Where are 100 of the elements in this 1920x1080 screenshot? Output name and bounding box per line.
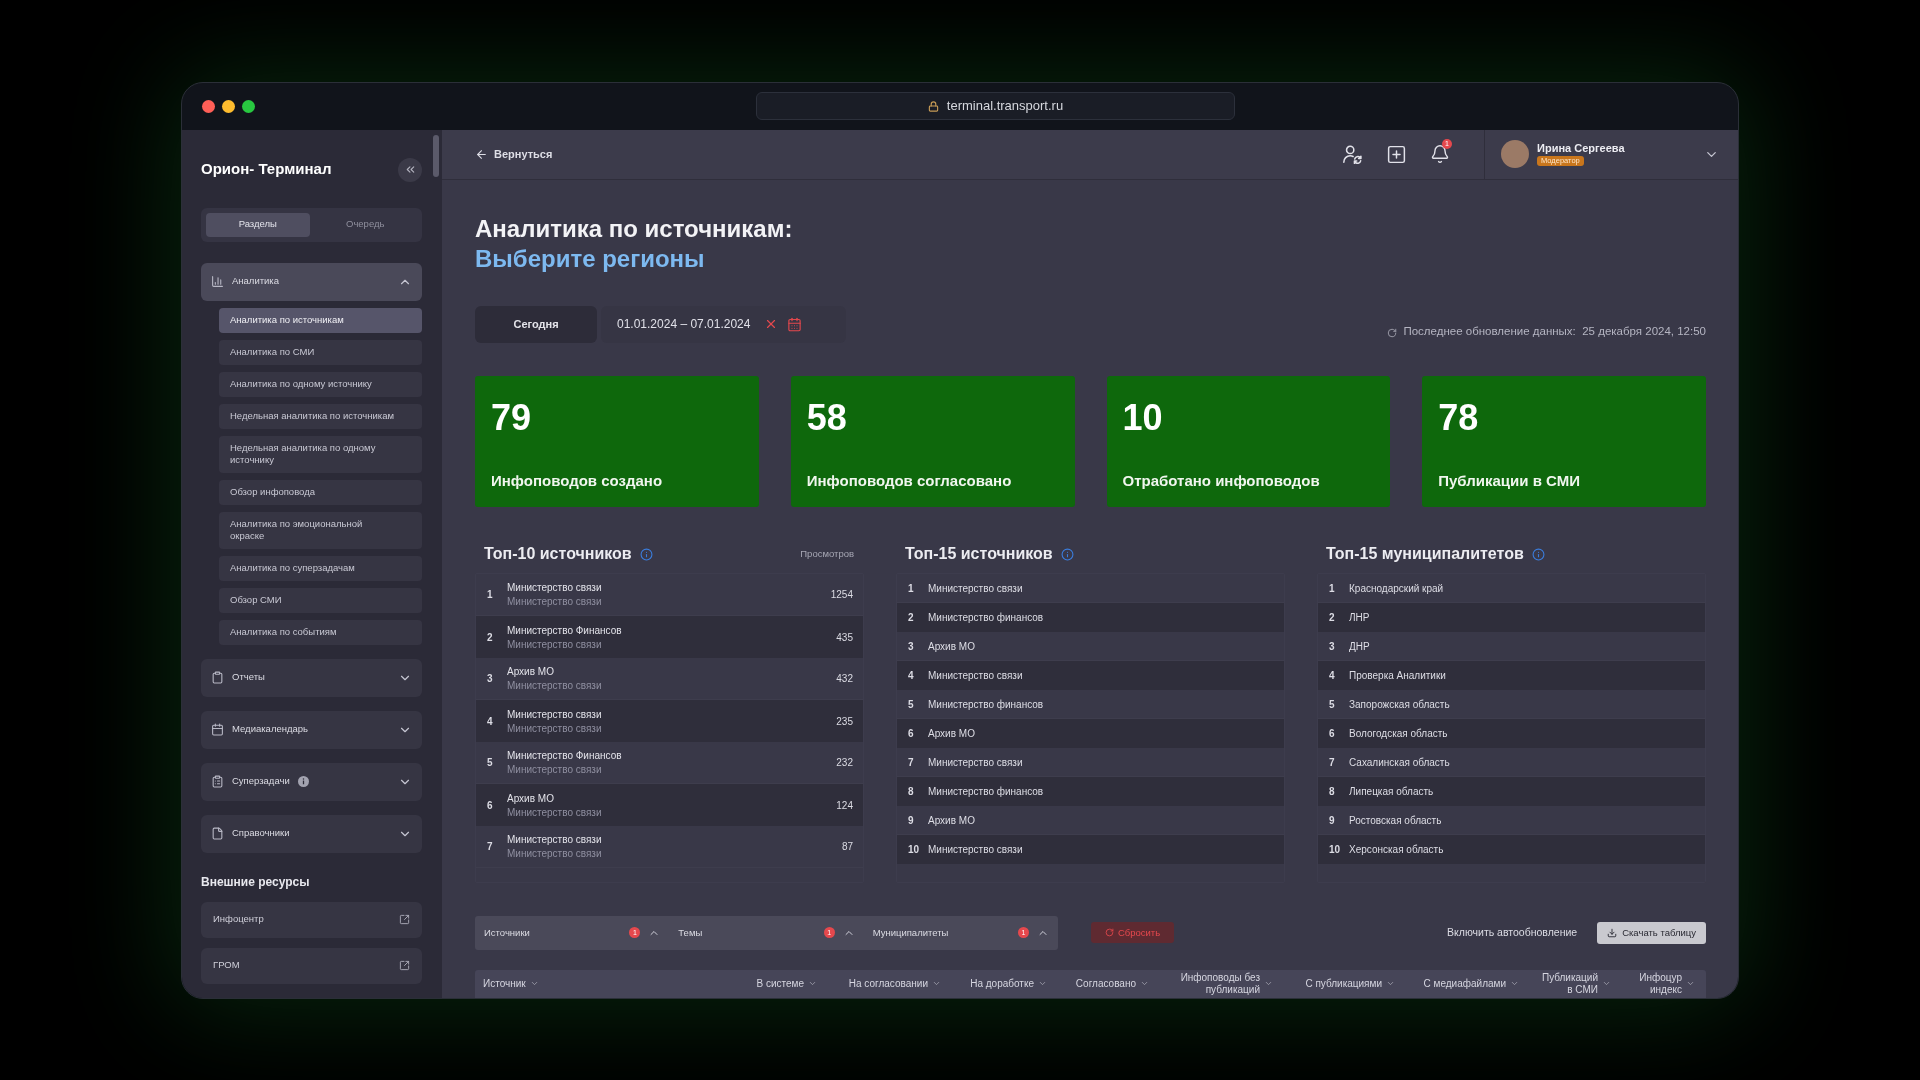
chevron-down-icon bbox=[1510, 979, 1519, 988]
info-icon bbox=[639, 547, 653, 561]
rank-cell-text: 2 bbox=[908, 611, 915, 626]
name-cell-text: Запорожская область bbox=[1349, 697, 1450, 712]
sidebar-item[interactable]: Обзор СМИ bbox=[219, 587, 422, 613]
rank-cell-text: 5 bbox=[487, 756, 494, 771]
rank-cell-text: 6 bbox=[487, 798, 494, 813]
sidebar-item[interactable]: Аналитика по событиям bbox=[219, 619, 422, 645]
chevron-down-icon bbox=[808, 979, 817, 988]
rank-cell-text: 10 bbox=[1329, 843, 1342, 858]
sidebar-tab[interactable]: Очередь bbox=[313, 212, 417, 237]
name-cell-text: Министерство финансов bbox=[928, 611, 1044, 626]
sidebar-section[interactable]: Медиакалендарь bbox=[201, 710, 422, 749]
sidebar-section[interactable]: Аналитика bbox=[201, 262, 422, 301]
stat-value: 58 bbox=[806, 396, 847, 441]
name-cell-text: Министерство финансов bbox=[928, 697, 1044, 712]
sidebar-scrollbar[interactable] bbox=[433, 134, 439, 177]
sidebar-tab[interactable]: Разделы bbox=[206, 212, 310, 237]
sidebar-item[interactable]: Аналитика по эмоциональной окраске bbox=[219, 511, 422, 549]
sidebar-item[interactable]: Недельная аналитика по одному источнику bbox=[219, 435, 422, 473]
calendar-icon[interactable] bbox=[787, 316, 803, 332]
column-header[interactable]: В системе bbox=[747, 977, 817, 990]
plus-square-icon bbox=[1385, 143, 1407, 165]
clipboard-icon bbox=[211, 671, 224, 684]
sidebar-section[interactable]: Суперзадачи bbox=[201, 762, 422, 801]
section-heading: Внешние ресурсы bbox=[201, 873, 311, 890]
sidebar-item[interactable]: Аналитика по источникам bbox=[219, 307, 422, 333]
stat-label: Публикации в СМИ bbox=[1438, 472, 1580, 491]
external-link[interactable]: ГРОМ bbox=[201, 947, 422, 984]
name-cell-text: Министерство связи bbox=[928, 581, 1023, 596]
download-icon bbox=[1607, 927, 1618, 938]
download-button[interactable]: Скачать таблицу bbox=[1597, 921, 1706, 944]
rank-cell-text: 7 bbox=[1329, 755, 1336, 770]
region-selector-link[interactable]: Выберите регионы bbox=[475, 243, 705, 274]
column-header[interactable]: Инфоцур индекс bbox=[1631, 971, 1695, 996]
sidebar-item[interactable]: Аналитика по суперзадачам bbox=[219, 555, 422, 581]
name-cell-text: Краснодарский край bbox=[1349, 581, 1444, 596]
column-header[interactable]: С медиафайлами bbox=[1415, 977, 1519, 990]
rank-cell-text: 9 bbox=[908, 813, 915, 828]
autoupdate-label[interactable]: Включить автообновление bbox=[1447, 925, 1578, 941]
source-subtitle: Министерство связи bbox=[507, 637, 603, 651]
section-title: Топ-10 источников bbox=[484, 544, 632, 565]
source-name: Министерство связи bbox=[507, 833, 602, 847]
today-button[interactable]: Сегодня bbox=[475, 305, 597, 344]
window-minimize-button[interactable] bbox=[222, 99, 235, 113]
rank-cell-text: 3 bbox=[908, 639, 915, 654]
window-close-button[interactable] bbox=[202, 99, 215, 113]
name-cell-text: Липецкая область bbox=[1349, 785, 1434, 800]
collapse-sidebar-button[interactable] bbox=[398, 157, 422, 182]
address-bar[interactable]: terminal.transport.ru bbox=[756, 92, 1235, 120]
back-link[interactable]: Вернуться bbox=[475, 145, 553, 163]
rank-cell-text: 2 bbox=[487, 630, 494, 645]
sidebar-section[interactable]: Справочники bbox=[201, 814, 422, 853]
column-header[interactable]: Публикаций в СМИ bbox=[1539, 971, 1611, 996]
column-header[interactable]: Источник bbox=[483, 977, 727, 990]
sidebar-item[interactable]: Аналитика по СМИ bbox=[219, 339, 422, 365]
source-name: Министерство связи bbox=[507, 581, 602, 595]
source-subtitle: Министерство связи bbox=[507, 721, 602, 735]
sidebar-item[interactable]: Недельная аналитика по источникам bbox=[219, 403, 422, 429]
rank-cell-text: 7 bbox=[908, 755, 915, 770]
column-header[interactable]: На согласовании bbox=[837, 977, 941, 990]
rank-cell-text: 4 bbox=[908, 669, 915, 684]
date-range-field[interactable]: 01.01.2024 – 07.01.2024 bbox=[601, 305, 846, 344]
name-cell-text: Проверка Аналитики bbox=[1349, 669, 1446, 684]
chevron-down-icon bbox=[1140, 979, 1149, 988]
views-count: 87 bbox=[841, 840, 853, 855]
column-header: Просмотров bbox=[800, 547, 854, 562]
name-cell-text: Вологодская область bbox=[1349, 727, 1448, 742]
refresh-icon bbox=[1387, 328, 1398, 339]
window-maximize-button[interactable] bbox=[242, 99, 255, 113]
stat-label: Инфоповодов согласовано bbox=[806, 472, 1012, 491]
source-subtitle: Министерство связи bbox=[507, 847, 602, 861]
stat-label: Отработано инфоповодов bbox=[1122, 472, 1320, 491]
stat-value: 78 bbox=[1438, 396, 1479, 441]
column-header[interactable]: Инфоповоды без публикаций bbox=[1169, 971, 1273, 996]
app-title: Орион- Терминал bbox=[201, 159, 332, 180]
column-header[interactable]: На доработке bbox=[961, 977, 1047, 990]
sidebar-item[interactable]: Обзор инфоповода bbox=[219, 479, 422, 505]
name-cell-text: Ростовская область bbox=[1349, 813, 1442, 828]
external-link[interactable]: Инфоцентр bbox=[201, 901, 422, 938]
sidebar-section[interactable]: Отчеты bbox=[201, 658, 422, 697]
name-cell-text: Министерство связи bbox=[928, 843, 1023, 858]
rank-cell-text: 3 bbox=[1329, 639, 1336, 654]
arrow-left-icon bbox=[475, 147, 488, 161]
views-count: 124 bbox=[836, 798, 853, 813]
bar-chart-icon bbox=[211, 275, 224, 288]
rank-cell-text: 2 bbox=[1329, 611, 1336, 626]
source-name: Министерство связи bbox=[507, 707, 602, 721]
name-cell-text: Сахалинская область bbox=[1349, 755, 1450, 770]
section-title: Топ-15 источников bbox=[905, 544, 1053, 565]
source-subtitle: Министерство связи bbox=[507, 679, 602, 693]
chevron-down-icon bbox=[1686, 979, 1695, 988]
column-header[interactable]: С публикациями bbox=[1293, 977, 1395, 990]
rank-cell-text: 3 bbox=[487, 672, 494, 687]
sidebar-item[interactable]: Аналитика по одному источнику bbox=[219, 371, 422, 397]
source-subtitle: Министерство связи bbox=[507, 595, 602, 609]
column-header[interactable]: Согласовано bbox=[1067, 977, 1149, 990]
name-cell-text: Министерство связи bbox=[928, 755, 1023, 770]
reset-icon bbox=[1104, 928, 1114, 938]
rank-cell-text: 6 bbox=[1329, 727, 1336, 742]
